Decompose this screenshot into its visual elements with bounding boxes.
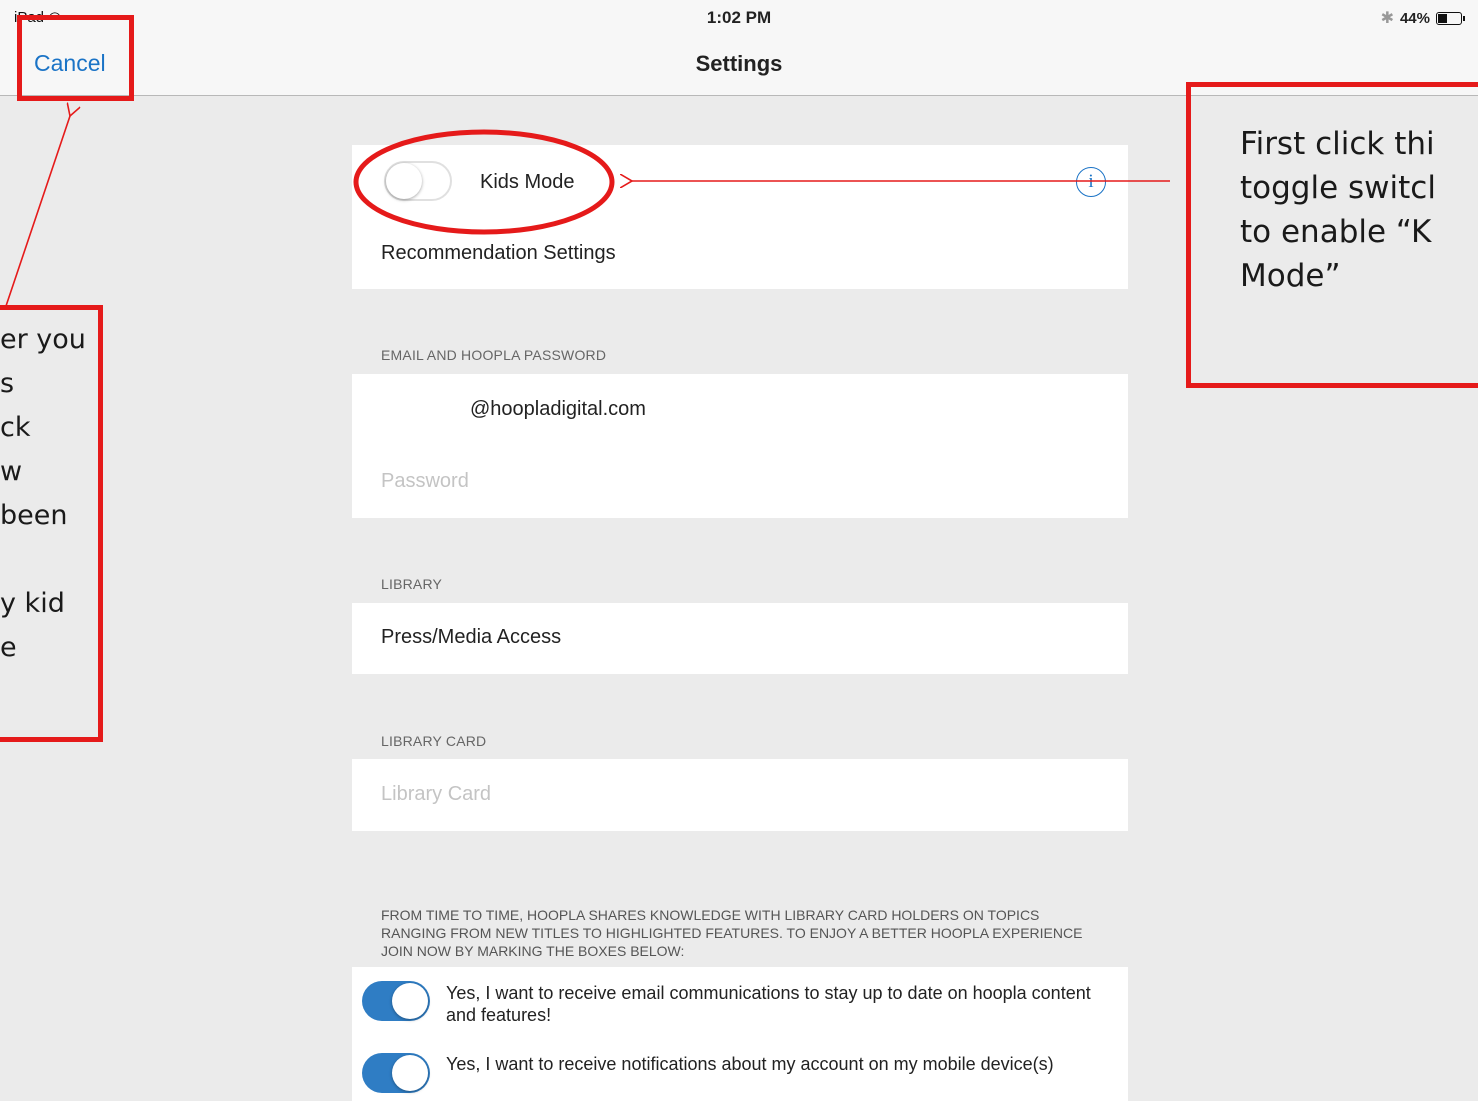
left-annotation-line [0,538,90,582]
status-bar: iPad ◠ 1:02 PM ✱ 44% [0,0,1478,36]
battery-fill [1438,13,1447,23]
right-annotation-line: toggle switcl [1240,170,1436,206]
cancel-highlight-box [17,15,134,101]
left-annotation-line: er you [0,324,86,355]
right-annotation-line: First click thi [1240,126,1435,162]
info-icon[interactable]: i [1076,167,1106,197]
library-section-header: LIBRARY [381,576,443,592]
left-annotation-text: er you s ck w been y kid e [0,318,90,670]
notifications-toggle[interactable] [362,1053,430,1093]
status-right: ✱ 44% [1380,8,1465,28]
right-annotation-text: First click thi toggle switcl to enable … [1240,122,1478,298]
toggle-knob [392,983,428,1019]
battery-icon [1436,11,1465,25]
left-annotation-line: been [0,500,68,531]
email-section-header: EMAIL AND HOOPLA PASSWORD [381,347,607,363]
kids-mode-toggle[interactable] [384,161,452,201]
recommendation-settings-item[interactable]: Recommendation Settings [381,242,616,265]
email-field[interactable]: @hoopladigital.com [470,398,646,421]
right-annotation-line: Mode” [1240,258,1341,294]
library-selector[interactable]: Press/Media Access [381,626,561,649]
email-card: @hoopladigital.com Password [352,374,1128,518]
status-time: 1:02 PM [706,8,772,27]
email-communications-label: Yes, I want to receive email communicati… [446,983,1091,1025]
left-annotation-line: s [0,368,15,399]
bluetooth-icon: ✱ [1380,10,1394,27]
password-field[interactable]: Password [381,470,469,493]
email-communications-toggle[interactable] [362,981,430,1021]
battery-percent: 44% [1399,9,1430,27]
left-annotation-line: w [0,456,23,487]
library-card-section-header: LIBRARY CARD [381,733,487,749]
page-title: Settings [695,51,783,76]
left-annotation-line: e [0,632,17,663]
toggle-knob [386,163,422,199]
left-annotation-line: y kid [0,588,65,619]
communications-card: Yes, I want to receive email communicati… [352,967,1128,1101]
notifications-label: Yes, I want to receive notifications abo… [446,1054,1054,1074]
toggle-knob [392,1055,428,1091]
communications-disclaimer: FROM TIME TO TIME, HOOPLA SHARES KNOWLED… [381,907,1083,959]
left-annotation-line: ck [0,412,31,443]
library-card-field-row: Library Card [352,759,1128,831]
library-card-input[interactable]: Library Card [381,783,491,806]
kids-mode-label: Kids Mode [480,171,575,193]
kids-mode-card: Kids Mode i Recommendation Settings [352,145,1128,289]
library-card-row: Press/Media Access [352,603,1128,674]
right-annotation-line: to enable “K [1240,214,1432,250]
cancel-arrow [5,116,70,307]
